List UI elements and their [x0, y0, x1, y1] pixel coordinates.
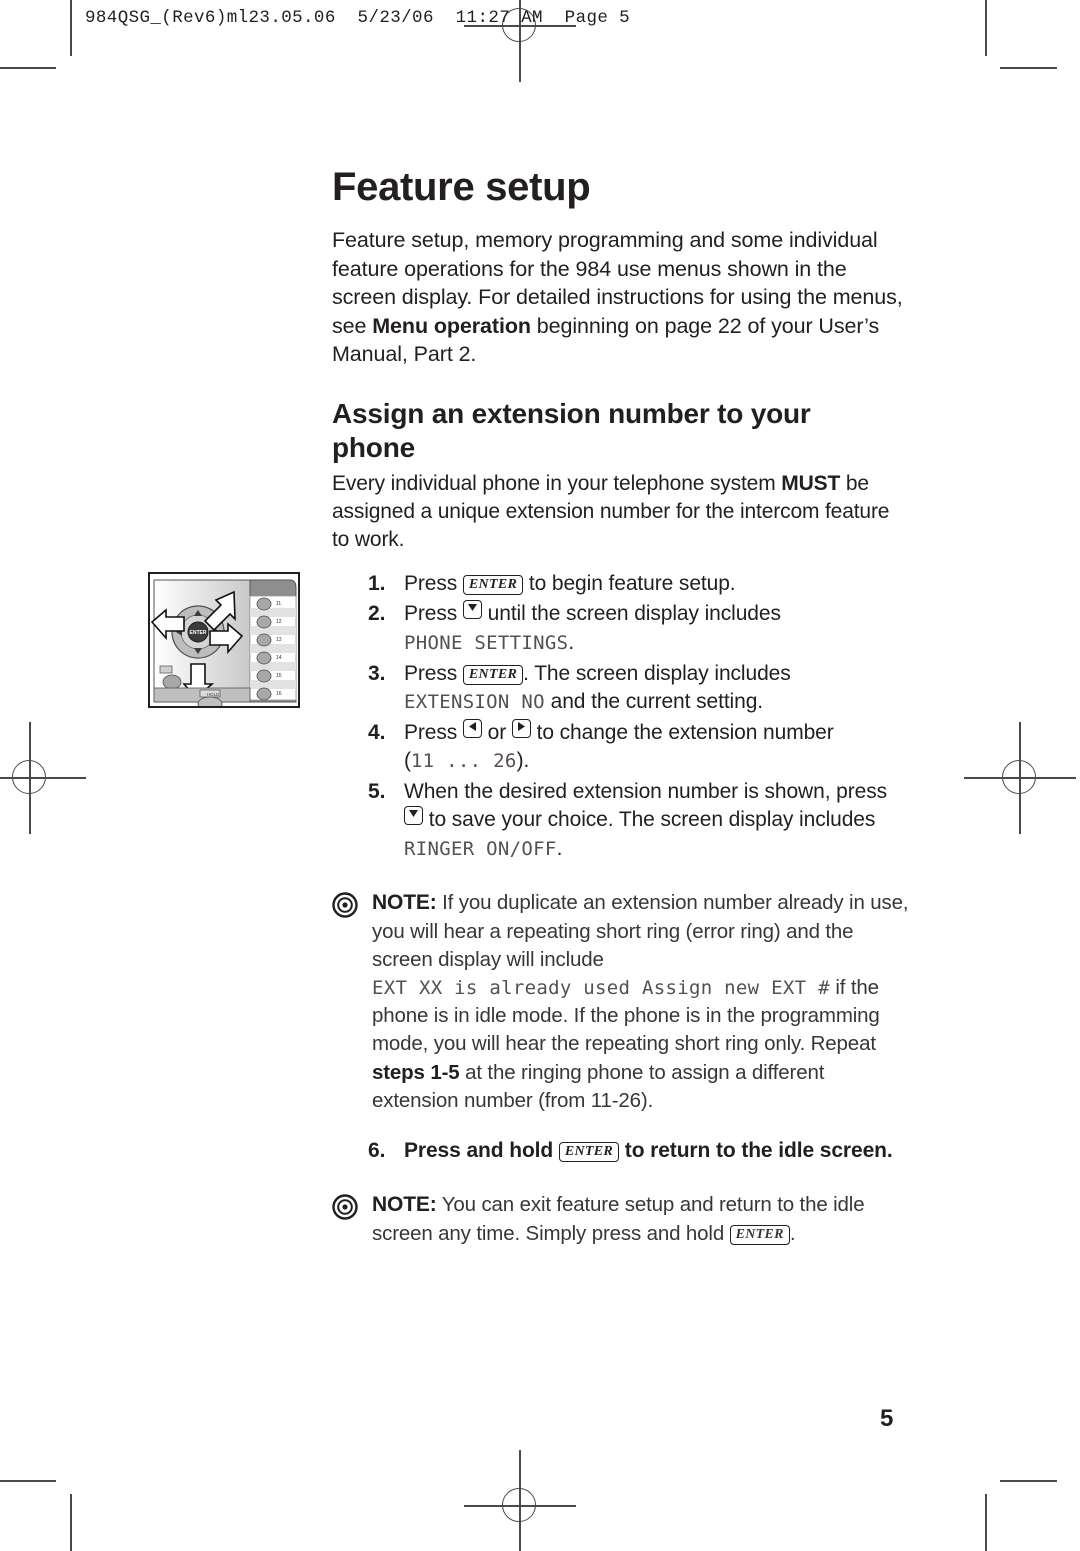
- note-block-exit-feature-setup: NOTE: You can exit feature setup and ret…: [332, 1191, 910, 1248]
- lcd-display-text: PHONE SETTINGS: [404, 632, 569, 655]
- note-label: NOTE:: [372, 891, 437, 915]
- step-text-post: to return to the idle screen.: [619, 1138, 893, 1162]
- crop-mark-top-right-vertical: [985, 0, 987, 56]
- step-item: 6. Press and hold ENTER to return to the …: [332, 1137, 910, 1166]
- lcd-display-text: RINGER ON/OFF: [404, 837, 557, 860]
- svg-text:16: 16: [276, 691, 282, 697]
- step-item: 5. When the desired extension number is s…: [332, 778, 910, 864]
- svg-text:HOLD: HOLD: [207, 692, 219, 697]
- step-number: 4.: [368, 720, 386, 744]
- step-text-post: until the screen display includes: [481, 602, 781, 626]
- step-item: 3. Press ENTER. The screen display includ…: [332, 660, 910, 717]
- intro-emphasis: Menu operation: [372, 313, 531, 338]
- crop-mark-bottom-right-horizontal: [1000, 1480, 1057, 1482]
- steps-list-continued: 6. Press and hold ENTER to return to the …: [332, 1137, 910, 1166]
- enter-key-icon: ENTER: [462, 664, 524, 685]
- step-text-tail: and the current setting.: [544, 690, 764, 714]
- step-number: 3.: [368, 661, 386, 685]
- illustration-svg: 11 12 13 14 15 16 ENTER HOLD: [150, 579, 297, 706]
- page-title: Feature setup: [332, 165, 591, 209]
- step-text-post: . The screen display includes: [523, 661, 791, 685]
- crop-mark-top-left-vertical: [70, 0, 72, 56]
- down-arrow-key-icon: [462, 600, 482, 620]
- intro-paragraph: Feature setup, memory programming and so…: [332, 226, 910, 369]
- note-label: NOTE:: [372, 1193, 437, 1217]
- svg-text:11: 11: [276, 601, 281, 607]
- svg-text:14: 14: [276, 655, 282, 661]
- svg-text:12: 12: [276, 619, 282, 625]
- section-heading: Assign an extension number to your phone: [332, 397, 811, 463]
- lcd-display-text: 11 ... 26: [410, 750, 517, 773]
- bullseye-icon: [332, 892, 358, 919]
- step-text-pre: Press: [404, 602, 463, 626]
- step-text-tail: ).: [516, 749, 530, 773]
- left-arrow-key-icon: [462, 718, 482, 738]
- print-header-slug: 984QSG_(Rev6)ml23.05.06 5/23/06 11:27 AM…: [85, 8, 631, 28]
- registration-mark-left: [0, 722, 86, 834]
- article-content: Feature setup Feature setup, memory prog…: [332, 166, 910, 1248]
- crop-mark-top-left-horizontal: [0, 67, 56, 69]
- step-text-post: to begin feature setup.: [523, 571, 736, 595]
- crop-mark-top-right-horizontal: [1000, 67, 1057, 69]
- phone-navigation-pad-illustration: 11 12 13 14 15 16 ENTER HOLD: [148, 572, 300, 708]
- lead-paragraph: Every individual phone in your telephone…: [332, 470, 910, 554]
- step-item: 1. Press ENTER to begin feature setup.: [332, 570, 910, 599]
- bullseye-icon: [332, 1194, 358, 1220]
- lcd-display-text: EXT XX is already used Assign new EXT #: [372, 977, 830, 1000]
- step-text-pre: Press: [404, 720, 463, 744]
- step-item: 2. Press until the screen display include…: [332, 600, 910, 657]
- crop-mark-bottom-right-vertical: [985, 1494, 987, 1551]
- note-emphasis: steps 1-5: [372, 1060, 460, 1084]
- step-item: 4. Press or to change the extension numbe…: [332, 718, 910, 776]
- step-number: 6.: [368, 1138, 386, 1162]
- note-block-duplicate-extension: NOTE: If you duplicate an extension numb…: [332, 889, 910, 1114]
- step-text-pre: When the desired extension number is sho…: [404, 779, 888, 803]
- registration-mark-bottom: [464, 1450, 576, 1551]
- step-text-tail: .: [568, 631, 575, 655]
- step-text-mid: or: [481, 720, 512, 744]
- step-text-pre: Press: [404, 661, 463, 685]
- lead-emphasis: MUST: [781, 472, 841, 496]
- document-page: 984QSG_(Rev6)ml23.05.06 5/23/06 11:27 AM…: [0, 0, 1080, 1551]
- registration-mark-right: [964, 722, 1076, 834]
- note-text-a: If you duplicate an extension number alr…: [372, 891, 909, 972]
- enter-key-icon: ENTER: [558, 1141, 620, 1162]
- lcd-display-text: EXTENSION NO: [404, 691, 545, 714]
- svg-text:13: 13: [276, 637, 282, 643]
- step-text-pre: Press: [404, 571, 463, 595]
- note-text-b: .: [789, 1222, 796, 1246]
- svg-text:15: 15: [276, 673, 282, 679]
- lead-text-a: Every individual phone in your telephone…: [332, 472, 782, 496]
- step-text-tail: .: [556, 836, 563, 860]
- enter-key-icon: ENTER: [729, 1225, 790, 1246]
- step-number: 1.: [368, 571, 386, 595]
- page-number: 5: [880, 1405, 894, 1432]
- step-text-post: to save your choice. The screen display …: [423, 808, 876, 832]
- step-number: 5.: [368, 779, 386, 803]
- right-arrow-key-icon: [511, 718, 531, 738]
- step-number: 2.: [368, 602, 386, 626]
- enter-key-icon: ENTER: [462, 574, 524, 595]
- step-text-pre: Press and hold: [404, 1138, 559, 1162]
- svg-text:ENTER: ENTER: [190, 630, 207, 636]
- down-arrow-key-icon: [404, 806, 423, 826]
- steps-list: 1. Press ENTER to begin feature setup. 2.…: [332, 570, 910, 863]
- crop-mark-bottom-left-vertical: [70, 1494, 72, 1551]
- crop-mark-bottom-left-horizontal: [0, 1480, 56, 1482]
